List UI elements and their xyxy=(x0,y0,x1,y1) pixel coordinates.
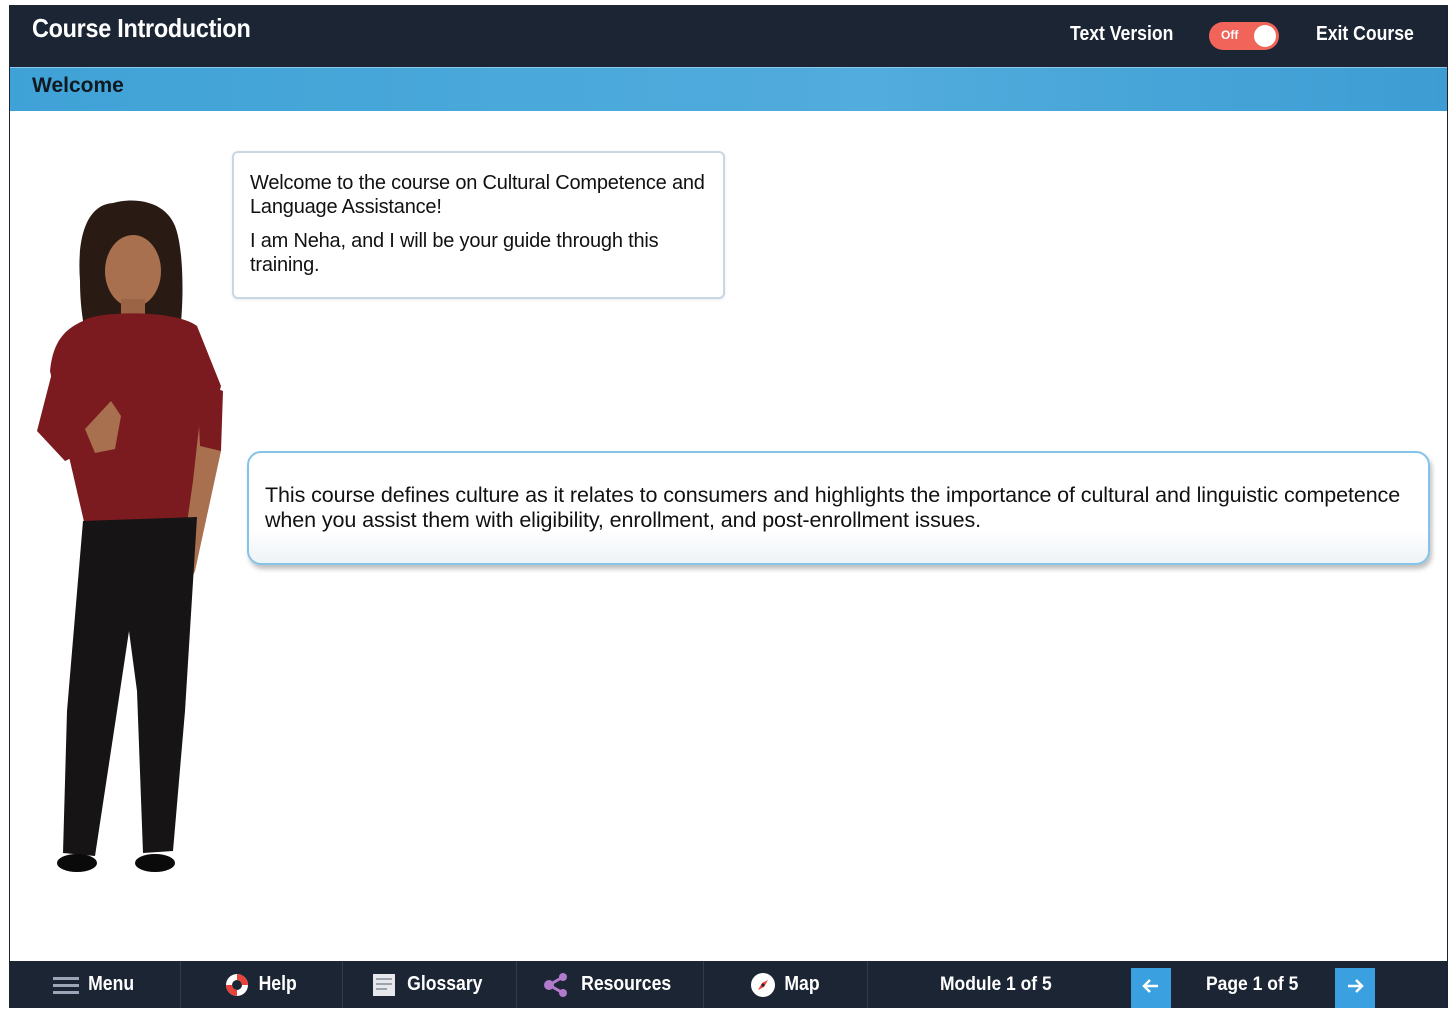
resources-label: Resources xyxy=(580,973,672,995)
hamburger-icon xyxy=(52,976,79,994)
bottom-nav-bar: Menu Help Glossary Resources Map Module … xyxy=(10,961,1447,1008)
content-area: Welcome to the course on Cultural Compet… xyxy=(10,111,1447,961)
arrow-right-icon xyxy=(1346,977,1364,1000)
lifebuoy-icon xyxy=(224,972,250,998)
guide-speech-bubble: Welcome to the course on Cultural Compet… xyxy=(232,151,725,299)
map-button[interactable]: Map xyxy=(704,961,868,1008)
menu-button[interactable]: Menu xyxy=(10,961,181,1008)
speech-line-2: I am Neha, and I will be your guide thro… xyxy=(250,230,659,276)
course-player: Course Introduction Text Version Off Exi… xyxy=(9,5,1448,1008)
toggle-state-label: Off xyxy=(1221,28,1239,42)
help-label: Help xyxy=(258,973,297,995)
help-button[interactable]: Help xyxy=(181,961,343,1008)
text-version-label: Text Version xyxy=(1070,23,1174,45)
compass-icon xyxy=(750,972,776,998)
previous-page-button[interactable] xyxy=(1131,968,1171,1008)
course-description-box: This course defines culture as it relate… xyxy=(247,451,1430,565)
section-title: Welcome xyxy=(32,74,124,97)
section-header: Welcome xyxy=(10,67,1447,111)
toggle-knob xyxy=(1254,25,1276,47)
glossary-button[interactable]: Glossary xyxy=(343,961,517,1008)
glossary-label: Glossary xyxy=(406,973,483,995)
guide-character-image xyxy=(37,200,223,872)
text-version-toggle[interactable]: Off xyxy=(1209,22,1279,50)
module-progress-text: Module 1 of 5 xyxy=(940,974,1052,995)
next-page-button[interactable] xyxy=(1335,968,1375,1008)
course-title: Course Introduction xyxy=(32,13,251,43)
speech-line-1: Welcome to the course on Cultural Compet… xyxy=(250,172,705,218)
book-icon xyxy=(372,973,396,997)
menu-label: Menu xyxy=(88,973,134,995)
map-label: Map xyxy=(783,973,820,995)
top-bar: Course Introduction Text Version Off Exi… xyxy=(10,5,1447,67)
exit-course-button[interactable]: Exit Course xyxy=(1316,23,1414,46)
arrow-left-icon xyxy=(1142,977,1160,1000)
share-icon xyxy=(543,972,569,997)
page-progress-text: Page 1 of 5 xyxy=(1206,974,1299,995)
course-description-text: This course defines culture as it relate… xyxy=(265,483,1401,532)
resources-button[interactable]: Resources xyxy=(517,961,704,1008)
